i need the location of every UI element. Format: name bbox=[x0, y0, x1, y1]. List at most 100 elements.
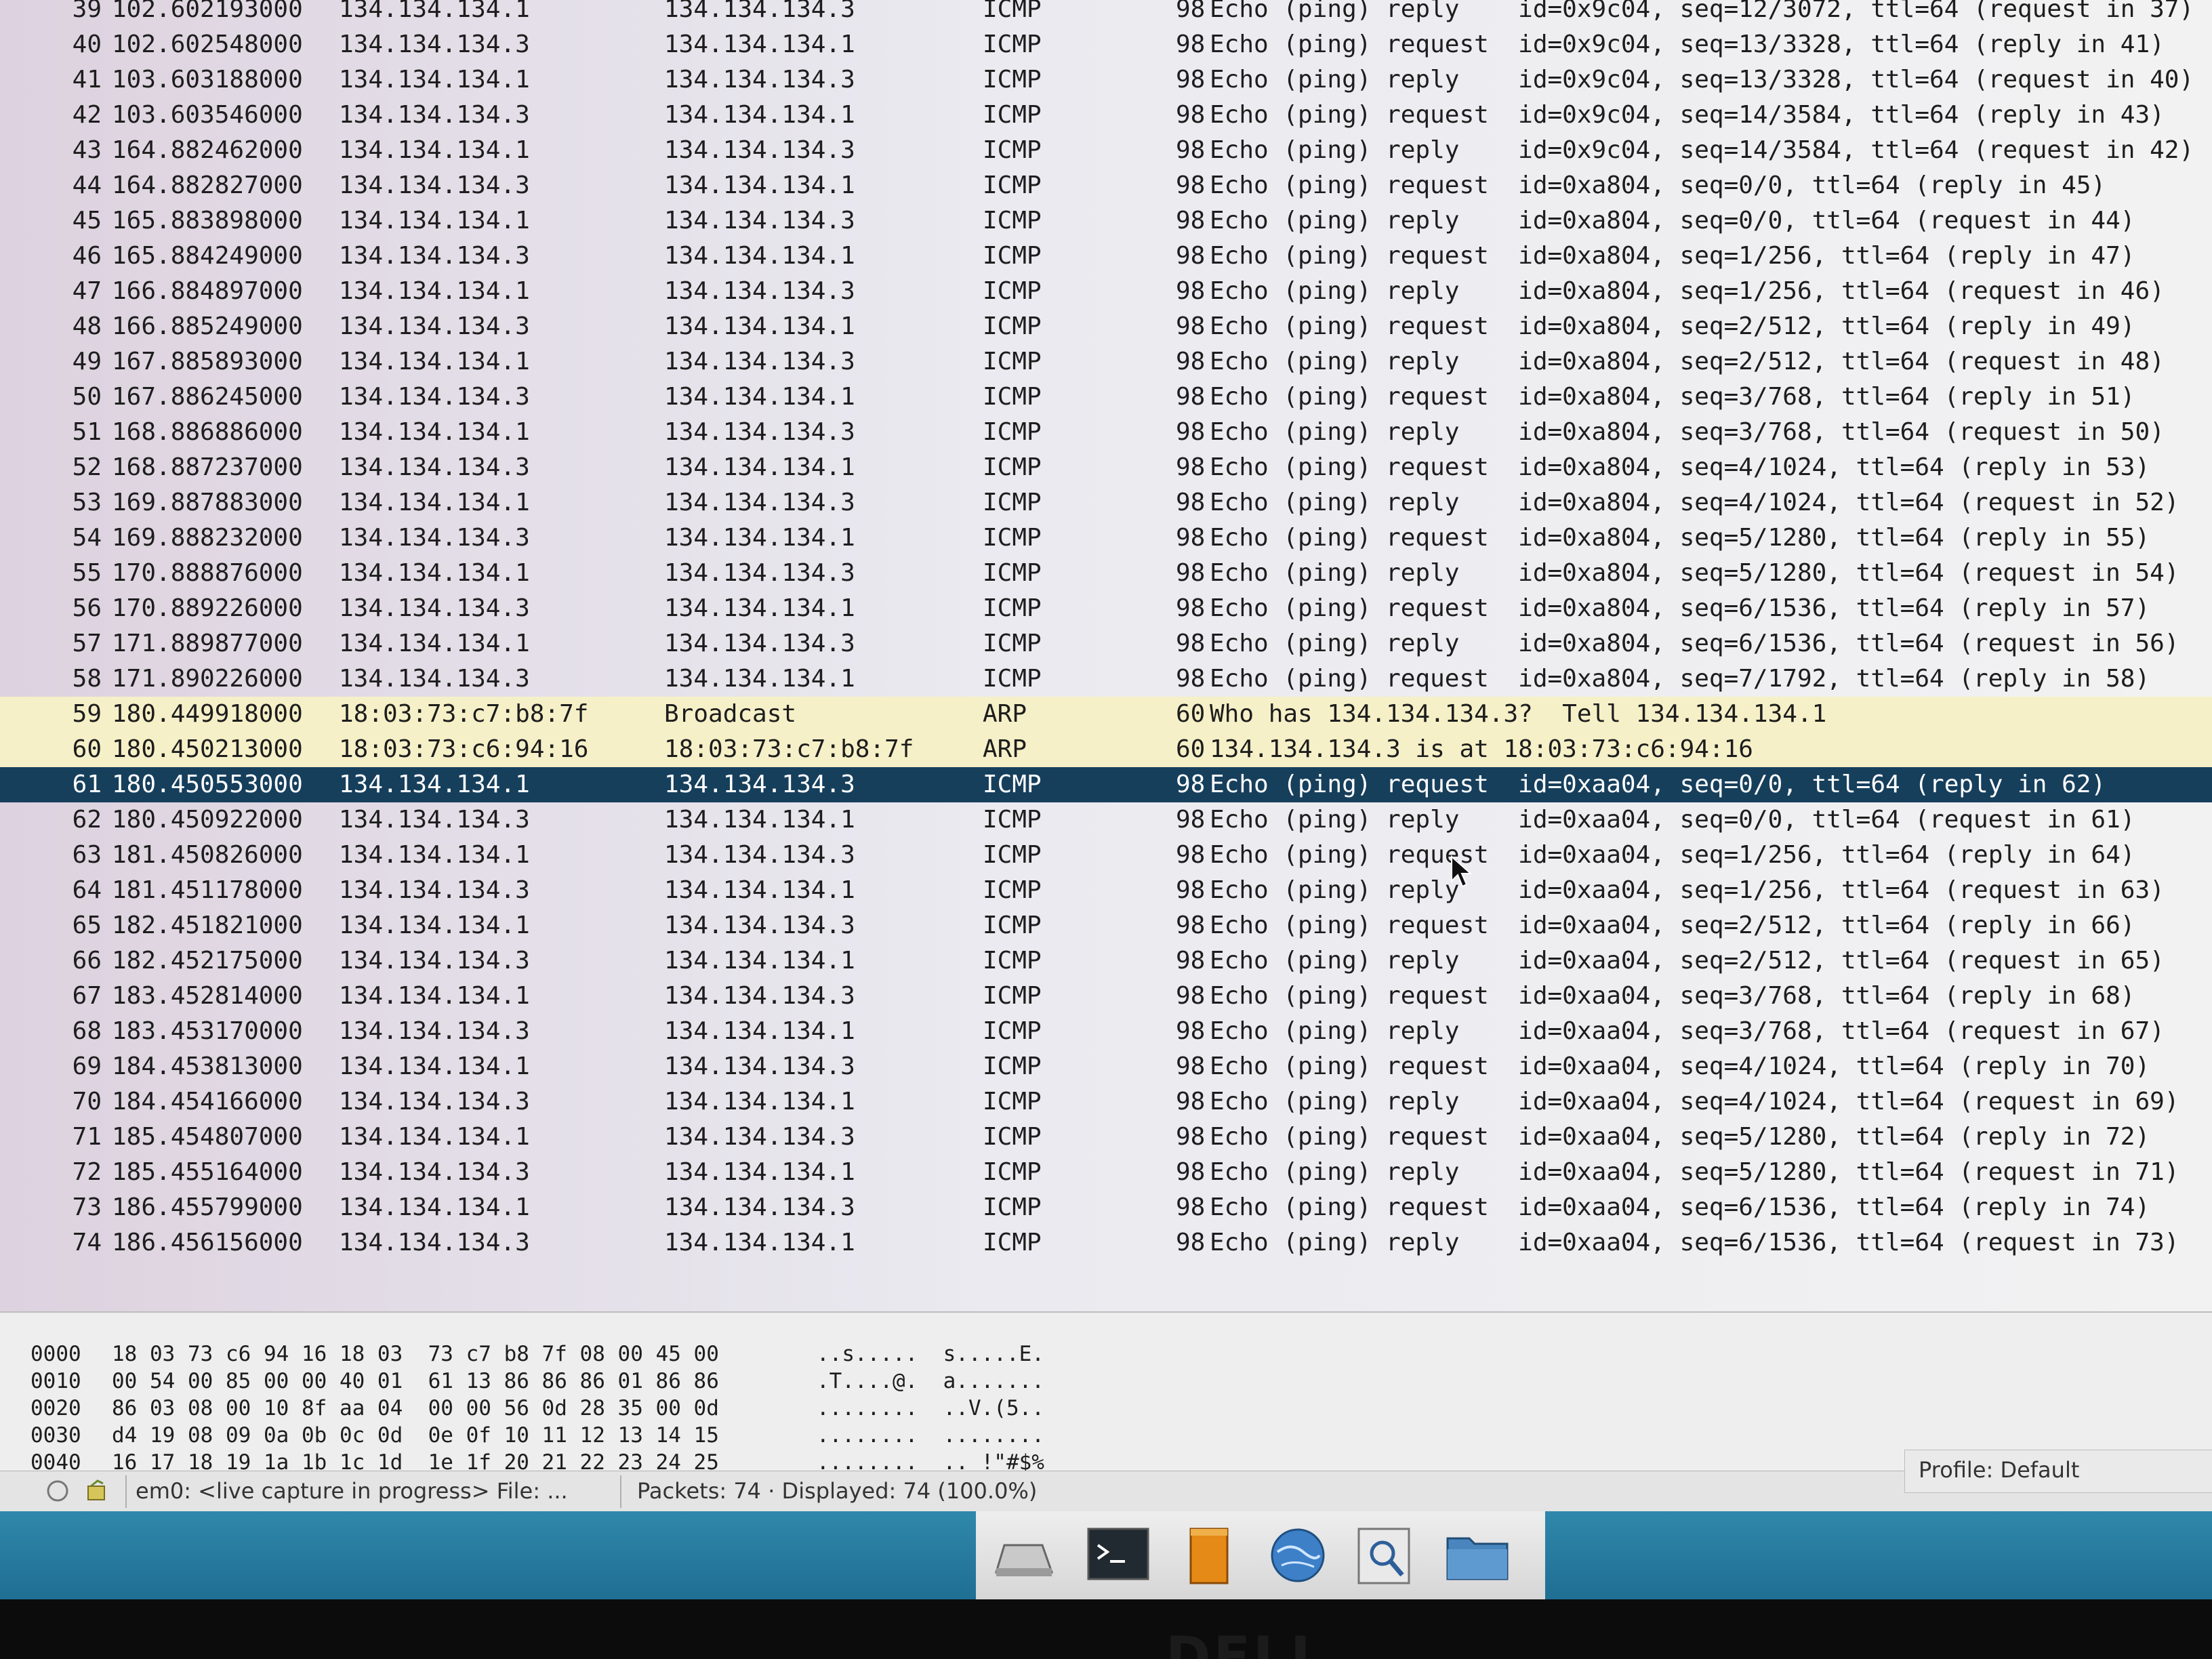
packet-row[interactable]: 47 166.884897000 134.134.134.1 134.134.134.… bbox=[0, 274, 2212, 309]
packet-number: 46 bbox=[72, 242, 102, 270]
packet-source: 134.134.134.1 bbox=[339, 348, 530, 375]
packet-info: Echo (ping) request id=0xa804, seq=1/256… bbox=[1210, 242, 2135, 270]
packet-time: 171.889877000 bbox=[112, 630, 303, 657]
notes-icon[interactable] bbox=[1176, 1525, 1244, 1586]
packet-length: 98 bbox=[1176, 912, 1206, 939]
packet-row[interactable]: 66 182.452175000 134.134.134.3 134.134.134.… bbox=[0, 943, 2212, 979]
packet-row[interactable]: 52 168.887237000 134.134.134.3 134.134.134.… bbox=[0, 450, 2212, 485]
packet-destination: 134.134.134.3 bbox=[664, 912, 855, 939]
packet-row[interactable]: 74 186.456156000 134.134.134.3 134.134.134.… bbox=[0, 1225, 2212, 1261]
packet-row[interactable]: 55 170.888876000 134.134.134.1 134.134.134.… bbox=[0, 556, 2212, 591]
packet-length: 98 bbox=[1176, 665, 1206, 693]
packet-time: 167.885893000 bbox=[112, 348, 303, 375]
packet-row[interactable]: 63 181.450826000 134.134.134.1 134.134.134.… bbox=[0, 838, 2212, 873]
packet-source: 134.134.134.1 bbox=[339, 1052, 530, 1080]
expert-info-icon[interactable] bbox=[46, 1479, 69, 1502]
packet-row[interactable]: 39 102.602193000 134.134.134.1 134.134.134.… bbox=[0, 0, 2212, 27]
packet-row[interactable]: 49 167.885893000 134.134.134.1 134.134.134.… bbox=[0, 344, 2212, 380]
packet-row[interactable]: 50 167.886245000 134.134.134.3 134.134.134.… bbox=[0, 380, 2212, 415]
packet-row[interactable]: 51 168.886886000 134.134.134.1 134.134.134.… bbox=[0, 415, 2212, 450]
drive-icon[interactable] bbox=[989, 1525, 1057, 1586]
packet-length: 98 bbox=[1176, 982, 1206, 1010]
packet-info: Echo (ping) request id=0xa804, seq=6/153… bbox=[1210, 594, 2150, 622]
packet-row[interactable]: 53 169.887883000 134.134.134.1 134.134.134.… bbox=[0, 485, 2212, 520]
packet-row[interactable]: 72 185.455164000 134.134.134.3 134.134.134.… bbox=[0, 1155, 2212, 1190]
packet-row[interactable]: 46 165.884249000 134.134.134.3 134.134.134.… bbox=[0, 239, 2212, 274]
packet-row[interactable]: 64 181.451178000 134.134.134.3 134.134.134.… bbox=[0, 873, 2212, 908]
packet-time: 168.887237000 bbox=[112, 453, 303, 481]
profile-selector[interactable]: Profile: Default bbox=[1904, 1450, 2212, 1493]
search-icon[interactable] bbox=[1352, 1525, 1420, 1586]
packet-row[interactable]: 69 184.453813000 134.134.134.1 134.134.134.… bbox=[0, 1049, 2212, 1084]
packet-row[interactable]: 41 103.603188000 134.134.134.1 134.134.134.… bbox=[0, 62, 2212, 98]
packet-destination: 134.134.134.1 bbox=[664, 383, 855, 411]
hex-bytes: d4 19 08 09 0a 0b 0c 0d 0e 0f 10 11 12 1… bbox=[112, 1423, 719, 1448]
packet-number: 42 bbox=[72, 101, 102, 129]
packet-length: 98 bbox=[1176, 947, 1206, 975]
packet-destination: 134.134.134.3 bbox=[664, 630, 855, 657]
packet-time: 169.887883000 bbox=[112, 489, 303, 516]
packet-row[interactable]: 60 180.450213000 18:03:73:c6:94:16 18:03:73… bbox=[0, 732, 2212, 767]
packet-list[interactable]: 39 102.602193000 134.134.134.1 134.134.134.… bbox=[0, 0, 2212, 1311]
packet-number: 73 bbox=[72, 1193, 102, 1221]
packet-source: 134.134.134.1 bbox=[339, 982, 530, 1010]
packet-info: Echo (ping) request id=0xaa04, seq=2/512… bbox=[1210, 912, 2135, 939]
packet-number: 67 bbox=[72, 982, 102, 1010]
packet-time: 170.889226000 bbox=[112, 594, 303, 622]
packet-row[interactable]: 67 183.452814000 134.134.134.1 134.134.134.… bbox=[0, 979, 2212, 1014]
packet-info: Echo (ping) request id=0xaa04, seq=5/128… bbox=[1210, 1123, 2150, 1151]
hex-offset: 0030 bbox=[30, 1423, 81, 1448]
packet-row[interactable]: 73 186.455799000 134.134.134.1 134.134.134.… bbox=[0, 1190, 2212, 1225]
packet-protocol: ICMP bbox=[983, 489, 1042, 516]
packet-row[interactable]: 71 185.454807000 134.134.134.1 134.134.134.… bbox=[0, 1120, 2212, 1155]
packet-row[interactable]: 62 180.450922000 134.134.134.3 134.134.134.… bbox=[0, 802, 2212, 838]
packet-row[interactable]: 54 169.888232000 134.134.134.3 134.134.134.… bbox=[0, 520, 2212, 556]
packet-info: Echo (ping) request id=0xa804, seq=4/102… bbox=[1210, 453, 2150, 481]
packet-source: 134.134.134.3 bbox=[339, 30, 530, 58]
packet-row[interactable]: 70 184.454166000 134.134.134.3 134.134.134.… bbox=[0, 1084, 2212, 1120]
packet-number: 47 bbox=[72, 277, 102, 305]
packet-destination: 134.134.134.3 bbox=[664, 771, 855, 798]
packet-bytes-pane[interactable]: 0000 18 03 73 c6 94 16 18 03 73 c7 b8 7f … bbox=[0, 1311, 2212, 1475]
packet-row[interactable]: 57 171.889877000 134.134.134.1 134.134.134.… bbox=[0, 626, 2212, 661]
packet-row[interactable]: 56 170.889226000 134.134.134.3 134.134.134.… bbox=[0, 591, 2212, 626]
packet-row[interactable]: 43 164.882462000 134.134.134.1 134.134.134.… bbox=[0, 133, 2212, 168]
packet-time: 185.454807000 bbox=[112, 1123, 303, 1151]
packet-info: Echo (ping) request id=0xa804, seq=5/128… bbox=[1210, 524, 2150, 552]
packet-number: 70 bbox=[72, 1088, 102, 1115]
packet-length: 98 bbox=[1176, 0, 1206, 23]
packet-number: 63 bbox=[72, 841, 102, 869]
packet-row-selected[interactable]: 61 180.450553000 134.134.134.1 134.134.134.… bbox=[0, 767, 2212, 802]
packet-source: 134.134.134.1 bbox=[339, 841, 530, 869]
packet-time: 171.890226000 bbox=[112, 665, 303, 693]
packet-info: Echo (ping) request id=0xa804, seq=7/179… bbox=[1210, 665, 2150, 693]
packet-length: 98 bbox=[1176, 1052, 1206, 1080]
capture-comment-icon[interactable] bbox=[85, 1479, 108, 1502]
folder-icon[interactable] bbox=[1443, 1525, 1511, 1586]
wireshark-window: 39 102.602193000 134.134.134.1 134.134.134.… bbox=[0, 0, 2212, 1659]
packet-number: 64 bbox=[72, 876, 102, 904]
packet-row[interactable]: 44 164.882827000 134.134.134.3 134.134.134.… bbox=[0, 168, 2212, 203]
packet-info: Echo (ping) reply id=0xaa04, seq=4/1024,… bbox=[1210, 1088, 2179, 1115]
packet-protocol: ICMP bbox=[983, 66, 1042, 94]
packet-row[interactable]: 58 171.890226000 134.134.134.3 134.134.134.… bbox=[0, 661, 2212, 697]
hex-ascii: .T....@. a....... bbox=[817, 1369, 1044, 1393]
packet-time: 170.888876000 bbox=[112, 559, 303, 587]
packet-row[interactable]: 65 182.451821000 134.134.134.1 134.134.134.… bbox=[0, 908, 2212, 943]
packet-info: Echo (ping) reply id=0xaa04, seq=1/256, … bbox=[1210, 876, 2165, 904]
packet-destination: 134.134.134.1 bbox=[664, 594, 855, 622]
packet-row[interactable]: 42 103.603546000 134.134.134.3 134.134.134.… bbox=[0, 98, 2212, 133]
packet-time: 183.453170000 bbox=[112, 1017, 303, 1045]
packet-row[interactable]: 40 102.602548000 134.134.134.3 134.134.134.… bbox=[0, 27, 2212, 62]
packet-source: 18:03:73:c6:94:16 bbox=[339, 735, 589, 763]
packet-protocol: ARP bbox=[983, 700, 1027, 728]
packet-row[interactable]: 45 165.883898000 134.134.134.1 134.134.134.… bbox=[0, 203, 2212, 239]
hex-offset: 0000 bbox=[30, 1342, 81, 1366]
packet-row[interactable]: 68 183.453170000 134.134.134.3 134.134.134.… bbox=[0, 1014, 2212, 1049]
terminal-icon[interactable] bbox=[1084, 1525, 1152, 1586]
packet-length: 98 bbox=[1176, 524, 1206, 552]
packet-row[interactable]: 48 166.885249000 134.134.134.3 134.134.134.… bbox=[0, 309, 2212, 344]
packet-destination: 134.134.134.1 bbox=[664, 876, 855, 904]
globe-icon[interactable] bbox=[1264, 1525, 1332, 1586]
packet-row[interactable]: 59 180.449918000 18:03:73:c7:b8:7f Broadcas… bbox=[0, 697, 2212, 732]
